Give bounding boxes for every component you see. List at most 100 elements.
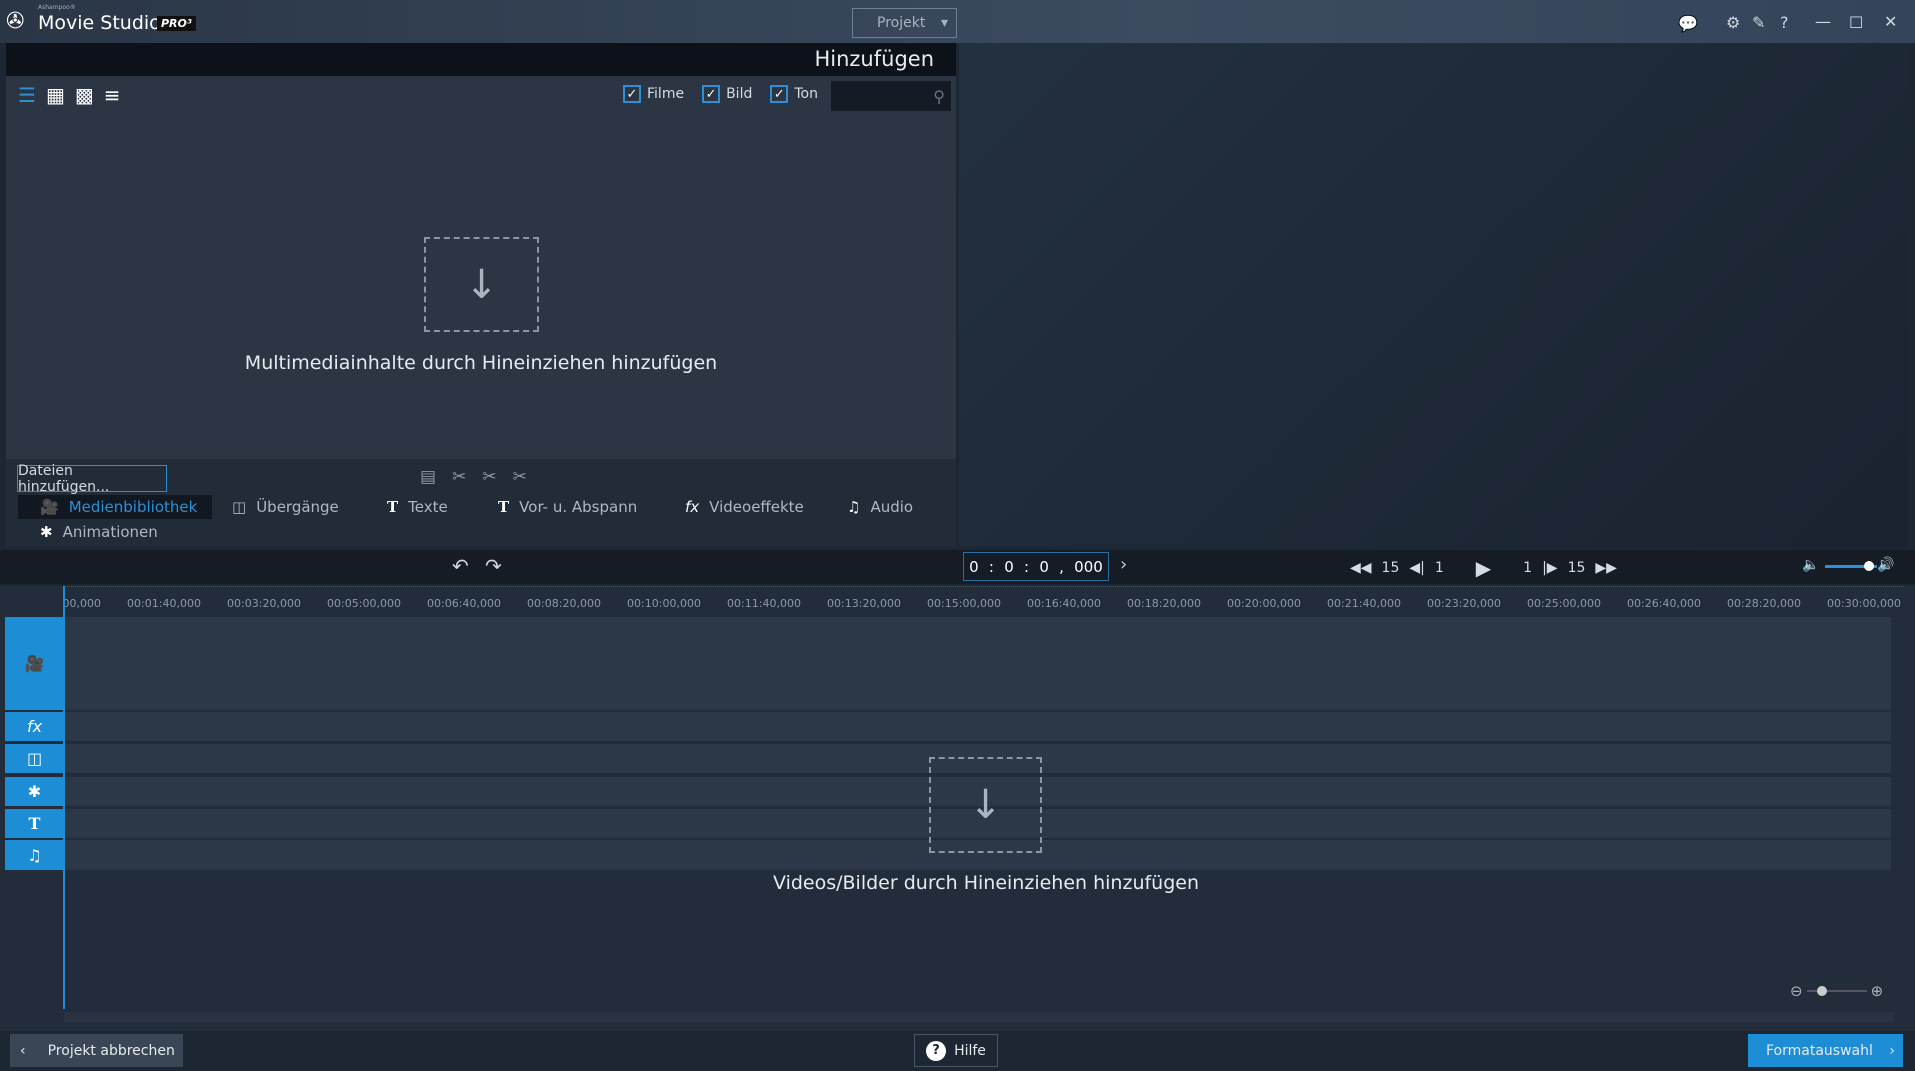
- ruler-label: 00:20:00,000: [1227, 597, 1301, 610]
- preview-panel: [959, 43, 1908, 547]
- zoom-out-icon[interactable]: ⊖: [1790, 982, 1803, 1000]
- app-logo-icon: ✇: [6, 9, 25, 34]
- library-header: Hinzufügen: [6, 43, 956, 76]
- help-icon[interactable]: ?: [1780, 13, 1789, 32]
- tab-label: Medienbibliothek: [68, 498, 198, 516]
- help-icon: ?: [926, 1040, 947, 1061]
- tab-texte[interactable]: T Texte: [387, 495, 448, 519]
- feedback-icon[interactable]: 💬: [1678, 14, 1698, 33]
- list-view-icon[interactable]: ≡: [104, 83, 121, 107]
- clip-tools: ▤ ✂ ✂ ✂: [420, 467, 527, 487]
- cancel-project-button[interactable]: ‹ Projekt abbrechen: [10, 1034, 183, 1067]
- check-icon: ✓: [702, 85, 721, 103]
- format-selection-button[interactable]: Formatauswahl ›: [1748, 1034, 1903, 1067]
- gear-icon[interactable]: ⚙: [1726, 13, 1740, 32]
- horizontal-scrollbar[interactable]: [64, 1012, 1894, 1022]
- cut-icon[interactable]: ✂: [452, 467, 466, 487]
- track-audio[interactable]: ♫: [5, 840, 64, 870]
- play-icon[interactable]: ▶: [1476, 556, 1491, 580]
- ruler-label: 00:28:20,000: [1727, 597, 1801, 610]
- details-view-icon[interactable]: ☰: [18, 83, 36, 107]
- transport-bar: ↶ ↷ 0:0:0, 000 › ◀◀ 15 ◀| 1 ▶ 1 |▶ 15 ▶▶ 🔈 🔊: [0, 550, 1915, 584]
- view-mode-toolbar: ☰ ▦ ▩ ≡: [18, 83, 121, 107]
- undo-icon[interactable]: ↶: [452, 554, 469, 578]
- filter-bild[interactable]: ✓ Bild: [702, 85, 752, 103]
- lane-video[interactable]: [64, 617, 1891, 710]
- tab-vor-abspann[interactable]: T Vor- u. Abspann: [498, 495, 637, 519]
- step-forward-icon[interactable]: |▶: [1542, 560, 1557, 576]
- track-effects[interactable]: fx: [5, 712, 64, 741]
- timecode-input[interactable]: 0:0:0, 000: [963, 552, 1109, 581]
- timeline-drop-zone[interactable]: ↓: [929, 757, 1042, 853]
- app-title: Movie Studio: [38, 12, 161, 34]
- search-input[interactable]: ⚲: [831, 81, 951, 111]
- edition-badge: PRO³: [157, 16, 196, 31]
- help-button[interactable]: ? Hilfe: [914, 1034, 998, 1067]
- close-icon[interactable]: ✕: [1884, 12, 1897, 31]
- film-icon[interactable]: ▤: [420, 467, 436, 487]
- ruler-label: 00:25:00,000: [1527, 597, 1601, 610]
- tab-label: Vor- u. Abspann: [519, 498, 638, 516]
- volume-mute-icon[interactable]: 🔈: [1802, 557, 1819, 573]
- track-animations[interactable]: ✱: [5, 777, 64, 806]
- timeline-drop-hint: Videos/Bilder durch Hineinziehen hinzufü…: [772, 872, 1200, 894]
- volume-knob[interactable]: [1864, 561, 1875, 571]
- arrow-down-icon: ↓: [464, 261, 499, 308]
- transition-icon: ◫: [26, 749, 43, 768]
- ruler-label: 00:01:40,000: [127, 597, 201, 610]
- time-ruler[interactable]: 00:00:00,000 00:01:40,000 00:03:20,000 00:0…: [64, 586, 1904, 614]
- media-library-panel: Hinzufügen ☰ ▦ ▩ ≡ ✓ Filme ✓ Bild ✓ Ton ⚲ ↓…: [6, 43, 956, 547]
- ruler-label: 00:13:20,000: [827, 597, 901, 610]
- zoom-slider[interactable]: [1806, 986, 1867, 996]
- cut-icon[interactable]: ✂: [482, 467, 496, 487]
- filter-filme[interactable]: ✓ Filme: [623, 85, 684, 103]
- track-transitions[interactable]: ◫: [5, 744, 64, 773]
- volume-icon[interactable]: 🔊: [1877, 557, 1894, 573]
- redo-icon[interactable]: ↷: [485, 554, 502, 578]
- footer: ‹ Projekt abbrechen ? Hilfe Formatauswahl ›: [0, 1031, 1915, 1071]
- tab-uebergaenge[interactable]: ◫ Übergänge: [232, 495, 339, 519]
- maximize-icon[interactable]: ☐: [1849, 13, 1863, 32]
- large-grid-icon[interactable]: ▦: [46, 83, 65, 107]
- tab-videoeffekte[interactable]: fx Videoeffekte: [685, 495, 804, 519]
- ruler-label: 00:03:20,000: [227, 597, 301, 610]
- cancel-label: Projekt abbrechen: [47, 1042, 175, 1059]
- project-menu-dropdown[interactable]: Projekt ▾: [852, 8, 957, 38]
- next-label: Formatauswahl: [1766, 1042, 1873, 1059]
- ruler-label: 00:18:20,000: [1127, 597, 1201, 610]
- tab-label: Audio: [870, 498, 914, 516]
- drop-hint: Multimediainhalte durch Hineinziehen hin…: [244, 352, 718, 374]
- text-icon: T: [28, 814, 41, 833]
- tc-seconds: 0: [1039, 557, 1049, 576]
- ruler-label: 00:06:40,000: [427, 597, 501, 610]
- check-icon: ✓: [770, 85, 789, 103]
- ruler-label: 00:05:00,000: [327, 597, 401, 610]
- tab-medienbibliothek[interactable]: 🎥 Medienbibliothek: [40, 495, 197, 519]
- small-grid-icon[interactable]: ▩: [75, 83, 94, 107]
- back-fast-value: 15: [1381, 560, 1400, 576]
- vertical-scrollbar[interactable]: [1893, 616, 1901, 1006]
- zoom-in-icon[interactable]: ⊕: [1871, 982, 1884, 1000]
- rewind-icon[interactable]: ◀◀: [1350, 560, 1372, 576]
- minimize-icon[interactable]: —: [1815, 12, 1831, 31]
- track-text[interactable]: T: [5, 809, 64, 838]
- fast-forward-icon[interactable]: ▶▶: [1595, 560, 1617, 576]
- camera-icon: 🎥: [40, 498, 59, 516]
- tab-animationen[interactable]: ✱ Animationen: [40, 520, 158, 544]
- ruler-label: 00:11:40,000: [727, 597, 801, 610]
- add-files-button[interactable]: Dateien hinzufügen...: [17, 463, 167, 495]
- lane-effects[interactable]: [64, 712, 1891, 741]
- chevron-right-icon: ›: [1889, 1042, 1895, 1059]
- filter-ton[interactable]: ✓ Ton: [770, 85, 818, 103]
- playhead[interactable]: [63, 586, 65, 1009]
- cut-icon[interactable]: ✂: [513, 467, 527, 487]
- volume-slider[interactable]: [1825, 561, 1877, 571]
- step-back-icon[interactable]: ◀|: [1409, 560, 1424, 576]
- chevron-right-icon[interactable]: ›: [1120, 554, 1127, 575]
- tab-audio[interactable]: ♫ Audio: [847, 495, 913, 519]
- track-video[interactable]: 🎥: [5, 617, 64, 710]
- edit-icon[interactable]: ✎: [1752, 13, 1765, 32]
- brand-small: Ashampoo®: [38, 4, 76, 11]
- puzzle-icon: ✱: [40, 523, 53, 541]
- media-drop-zone[interactable]: ↓: [424, 237, 539, 332]
